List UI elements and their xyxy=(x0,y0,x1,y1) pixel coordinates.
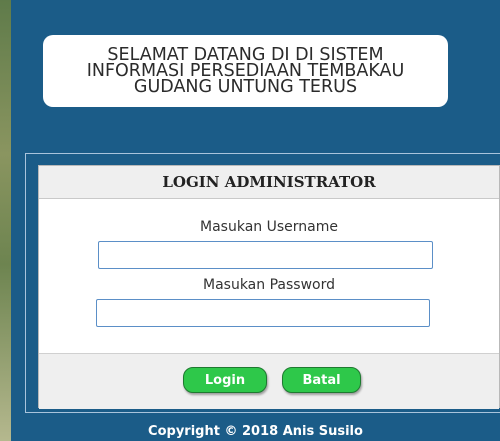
login-button-bar: Login Batal xyxy=(39,353,499,409)
username-label: Masukan Username xyxy=(200,219,338,235)
login-title: LOGIN ADMINISTRATOR xyxy=(39,166,499,199)
password-input[interactable] xyxy=(96,299,430,327)
username-input[interactable] xyxy=(98,241,433,269)
welcome-banner: SELAMAT DATANG DI DI SISTEM INFORMASI PE… xyxy=(43,35,448,107)
copyright-text: Copyright © 2018 Anis Susilo xyxy=(148,424,363,439)
login-box: LOGIN ADMINISTRATOR Masukan Username Mas… xyxy=(38,165,500,409)
password-label: Masukan Password xyxy=(203,277,335,293)
background-image-strip xyxy=(0,0,11,441)
login-button[interactable]: Login xyxy=(183,367,267,393)
cancel-button[interactable]: Batal xyxy=(282,367,361,393)
